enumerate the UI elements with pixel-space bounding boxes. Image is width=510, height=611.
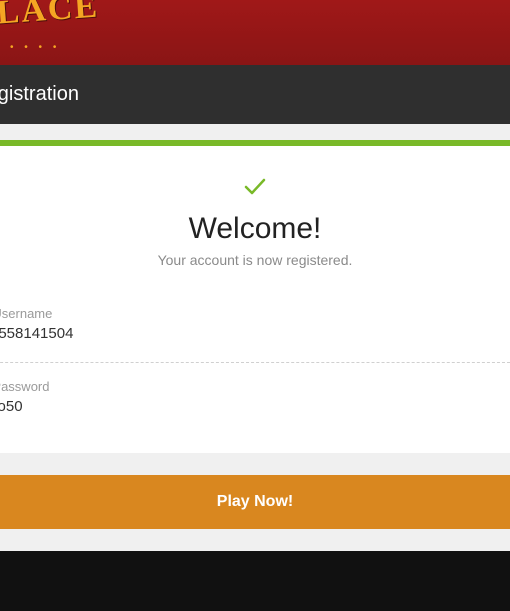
spacer bbox=[0, 453, 510, 475]
username-label: our Username bbox=[0, 306, 510, 321]
success-card: Welcome! Your account is now registered.… bbox=[0, 146, 510, 453]
brand-header: ALACE • • • • bbox=[0, 0, 510, 65]
password-label: our Password bbox=[0, 379, 510, 394]
brand-logo-dots: • • • • bbox=[10, 42, 60, 53]
welcome-subtext: Your account is now registered. bbox=[0, 252, 510, 268]
brand-logo: ALACE bbox=[0, 0, 100, 34]
footer bbox=[0, 551, 510, 611]
username-row: our Username ccr0558141504 bbox=[0, 296, 510, 356]
page-title: nt Registration bbox=[0, 83, 510, 106]
play-now-button[interactable]: Play Now! bbox=[0, 475, 510, 529]
spacer bbox=[0, 529, 510, 551]
password-row: our Password asino50 bbox=[0, 369, 510, 429]
password-value: asino50 bbox=[0, 398, 510, 415]
welcome-heading: Welcome! bbox=[0, 212, 510, 246]
success-check-icon bbox=[0, 174, 510, 200]
username-value: ccr0558141504 bbox=[0, 325, 510, 342]
spacer bbox=[0, 124, 510, 140]
divider bbox=[0, 362, 510, 363]
title-bar: nt Registration bbox=[0, 65, 510, 124]
